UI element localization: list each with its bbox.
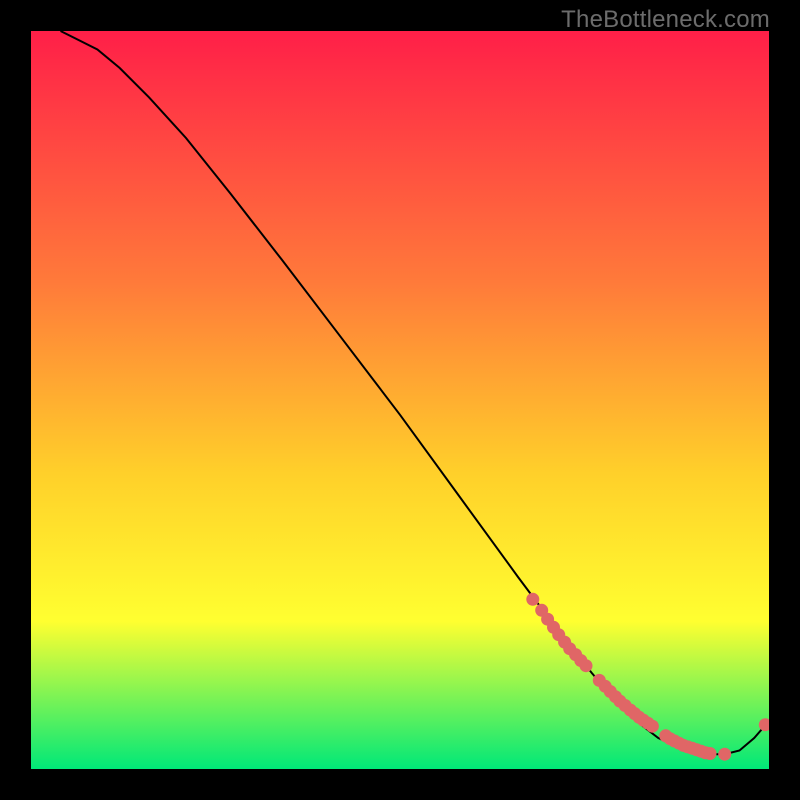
data-point — [704, 747, 717, 760]
gradient-background — [31, 31, 769, 769]
chart-svg — [31, 31, 769, 769]
watermark-label: TheBottleneck.com — [561, 6, 770, 34]
data-point — [580, 659, 593, 672]
chart-container: TheBottleneck.com — [0, 0, 800, 800]
data-point — [646, 720, 659, 733]
plot-area — [31, 31, 769, 769]
data-point — [526, 593, 539, 606]
data-point — [718, 748, 731, 761]
